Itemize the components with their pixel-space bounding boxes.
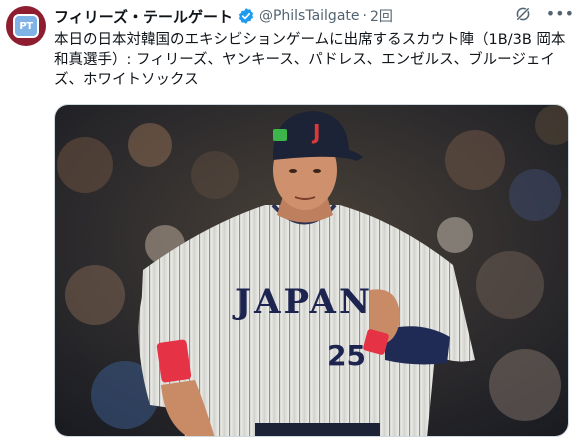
verified-badge-icon — [237, 7, 255, 25]
right-eye — [313, 169, 321, 173]
handle[interactable]: @PhilsTailgate — [259, 8, 360, 24]
tweet-photo[interactable]: JAPAN 25 J — [54, 104, 569, 437]
display-name[interactable]: フィリーズ・テールゲート — [54, 6, 233, 27]
avatar[interactable]: PT — [6, 6, 46, 46]
jersey-number: 25 — [327, 339, 366, 372]
avatar-logo: PT — [13, 14, 39, 38]
separator: · — [362, 8, 367, 24]
more-icon[interactable]: ••• — [546, 5, 574, 23]
tweet-text: 本日の日本対韓国のエキシビションゲームに出席するスカウト陣（1B/3B 岡本和真… — [54, 32, 566, 88]
timestamp[interactable]: 2回 — [370, 6, 393, 26]
tweet[interactable]: PT フィリーズ・テールゲート @PhilsTailgate · 2回 ••• … — [0, 0, 586, 441]
jersey-lettering: JAPAN — [232, 282, 373, 322]
left-eye — [289, 169, 297, 173]
header-actions: ••• — [514, 5, 574, 23]
belt — [255, 423, 380, 436]
tweet-header: フィリーズ・テールゲート @PhilsTailgate · 2回 ••• — [54, 5, 574, 27]
grok-icon[interactable] — [514, 5, 532, 23]
red-wristband — [156, 339, 192, 383]
helmet-letter: J — [311, 120, 320, 144]
helmet-sticker — [273, 129, 287, 141]
